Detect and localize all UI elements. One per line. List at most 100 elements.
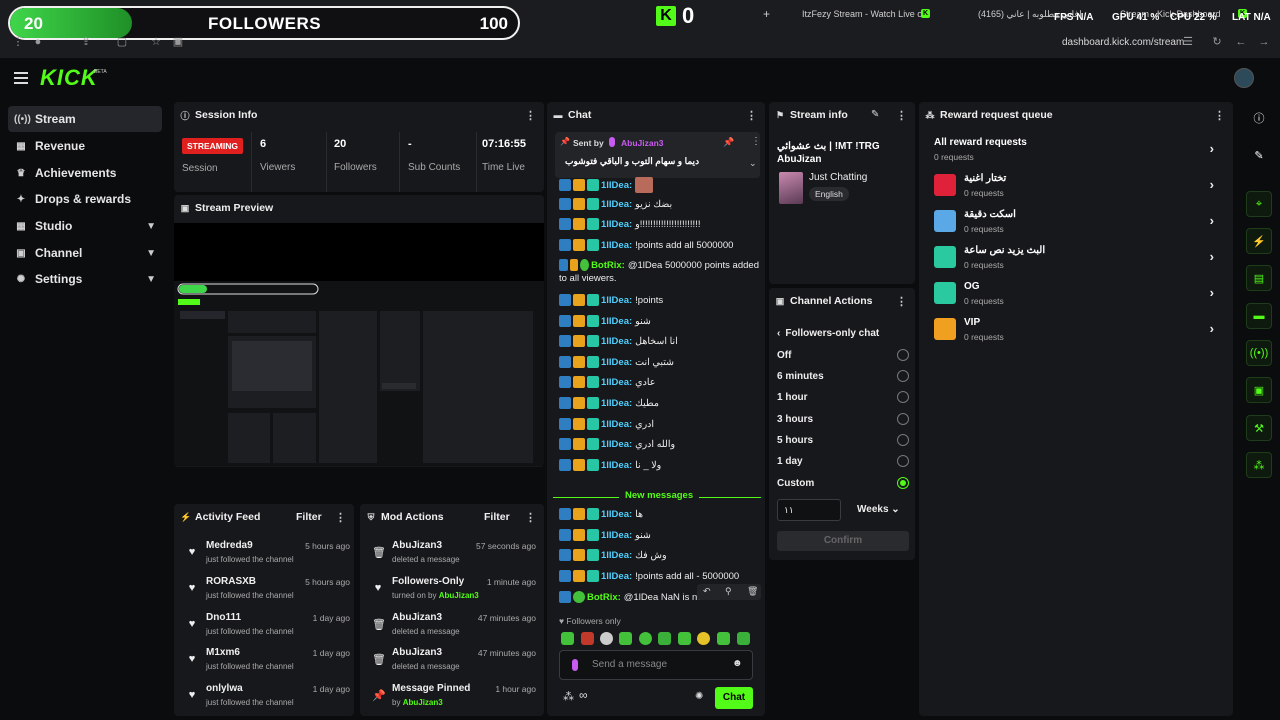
more-icon[interactable]: ⋮ [525,109,536,122]
share-icon[interactable]: ⇪ [80,36,92,48]
forward-arrow-icon[interactable]: → [1258,36,1270,48]
radio-button[interactable] [897,391,909,403]
reward-all[interactable]: All reward requests 0 requests › [934,136,1214,166]
bookmark-star-icon[interactable]: ☆ [150,36,162,48]
more-icon[interactable]: ⋮ [525,511,536,524]
pinned-message[interactable]: 📌 Sent by AbuJizan3 ديما و سهام التوب و … [555,132,761,178]
emote-icon[interactable] [658,632,671,645]
info-icon[interactable]: ⓘ [1246,105,1272,131]
filter-button[interactable]: Filter [484,511,510,523]
chat-message[interactable]: 1lIDea: بضك نزيو [559,198,759,210]
more-icon[interactable]: ⋮ [896,295,907,308]
followers-only-back[interactable]: ‹ Followers-only chat [777,328,879,339]
option-off[interactable]: Off [777,349,909,361]
option-1-hour[interactable]: 1 hour [777,391,909,403]
radio-button[interactable] [897,434,909,446]
chat-message[interactable]: 1lIDea: [559,177,759,193]
reward-item[interactable]: اسكت دقيقة 0 requests › [934,208,1214,238]
emote-icon[interactable] [737,632,750,645]
chat-message[interactable]: 1lIDea: شنو [559,315,759,327]
more-icon[interactable]: ⋮ [751,136,761,147]
edit-icon[interactable]: ✎ [871,109,879,120]
channel-points-icon[interactable]: ⁂ [563,690,574,703]
screenshot-icon[interactable]: ▢ [116,36,128,48]
reply-icon[interactable]: ↶ [703,586,711,597]
option-custom[interactable]: Custom [777,477,909,489]
chat-message[interactable]: 1lIDea: !points add all 5000000 [559,239,759,251]
chat-message-input[interactable]: Send a message ☻ [559,650,753,680]
custom-duration-input[interactable]: ١١ [777,499,841,521]
emote-icon[interactable] [717,632,730,645]
sidebar-item-stream[interactable]: ((•)) Stream [8,106,162,132]
pinned-user[interactable]: AbuJizan3 [621,138,664,148]
extension-icon[interactable]: ▣ [172,36,184,48]
emote-icon[interactable] [581,632,594,645]
emoji-icon[interactable]: ☻ [732,658,743,669]
option-6-minutes[interactable]: 6 minutes [777,370,909,382]
chat-message[interactable]: 1lIDea: ولا _ نا [559,459,759,471]
chat-message[interactable]: 1lIDea: ها [559,508,759,520]
chat-message[interactable]: 1lIDea: !points [559,294,759,306]
unpin-icon[interactable]: 📌 [723,137,734,148]
emote-icon[interactable] [697,632,710,645]
duration-unit-select[interactable]: Weeks ⌄ [857,504,900,515]
trash-icon[interactable]: 🗑 [747,586,758,597]
back-icon[interactable]: ⋮ [12,36,24,48]
broadcast-icon[interactable]: ((•)) [1246,340,1272,366]
chevron-down-icon[interactable]: ⌄ [749,158,757,169]
address-bar[interactable]: dashboard.kick.com/stream [1062,37,1184,48]
settings-gear-icon[interactable]: ✺ [695,691,703,702]
chat-message[interactable]: BotRix: @1lDea 5000000 points added [559,259,759,271]
chat-message[interactable]: 1lIDea: شتبي انت [559,356,759,368]
chat-message[interactable]: 1lIDea: شنو [559,529,759,541]
kick-logo[interactable]: KICK [40,65,98,91]
reward-item[interactable]: تختار اغنية 0 requests › [934,172,1214,202]
target-icon[interactable]: ⌖ [1246,191,1272,217]
category-name[interactable]: Just Chatting [809,172,867,183]
chat-message[interactable]: 1lIDea: !points add all - 5000000 [559,570,759,582]
chat-message[interactable]: 1lIDea: انا اسخاهل [559,335,759,347]
emote-icon[interactable] [678,632,691,645]
reload-icon[interactable]: ↻ [1211,36,1223,48]
radio-button[interactable] [897,455,909,467]
sidebar-item-drops[interactable]: ✦ Drops & rewards [8,186,162,212]
chat-bubble-icon[interactable]: ▬ [1246,303,1272,329]
option-5-hours[interactable]: 5 hours [777,434,909,446]
emote-icon[interactable] [561,632,574,645]
chat-message[interactable]: 1lIDea: مطيك [559,397,759,409]
avatar[interactable] [1234,68,1254,88]
chat-message[interactable]: 1lIDea: و!!!!!!!!!!!!!!!!!!!!!!! [559,218,759,230]
shield-icon[interactable]: ▣ [1246,377,1272,403]
reward-icon[interactable]: ⁂ [1246,452,1272,478]
emote-icon[interactable] [600,632,613,645]
pin-icon[interactable]: ⚲ [725,586,732,597]
emote-icon[interactable] [619,632,632,645]
chat-message[interactable]: 1lIDea: وش فك [559,549,759,561]
profile-icon[interactable]: ● [32,36,44,48]
new-tab-icon[interactable]: + [763,7,770,21]
emote-icon[interactable] [639,632,652,645]
more-icon[interactable]: ⋮ [896,109,907,122]
filter-button[interactable]: Filter [296,511,322,523]
chat-message[interactable]: 1lIDea: والله ادري [559,438,759,450]
confirm-button[interactable]: Confirm [777,531,909,551]
more-icon[interactable]: ⋮ [335,511,346,524]
menu-icon[interactable] [14,72,28,84]
wrench-icon[interactable]: ⚒ [1246,415,1272,441]
chat-message[interactable]: 1lIDea: عادي [559,376,759,388]
option-3-hours[interactable]: 3 hours [777,413,909,425]
document-icon[interactable]: ▤ [1246,265,1272,291]
sidebar-item-revenue[interactable]: ▦ Revenue [8,133,162,159]
sidebar-item-achievements[interactable]: ♛ Achievements [8,160,162,186]
radio-button[interactable] [897,349,909,361]
reward-item[interactable]: OG 0 requests › [934,280,1214,310]
reader-icon[interactable]: ☰ [1182,36,1194,48]
stream-preview-video[interactable] [174,223,544,466]
more-icon[interactable]: ⋮ [1214,109,1225,122]
radio-button-selected[interactable] [897,477,909,489]
radio-button[interactable] [897,413,909,425]
chat-message[interactable]: 1lIDea: ادري [559,418,759,430]
reward-item[interactable]: VIP 0 requests › [934,316,1214,346]
radio-button[interactable] [897,370,909,382]
sidebar-item-channel[interactable]: ▣ Channel ▼ [8,240,162,266]
